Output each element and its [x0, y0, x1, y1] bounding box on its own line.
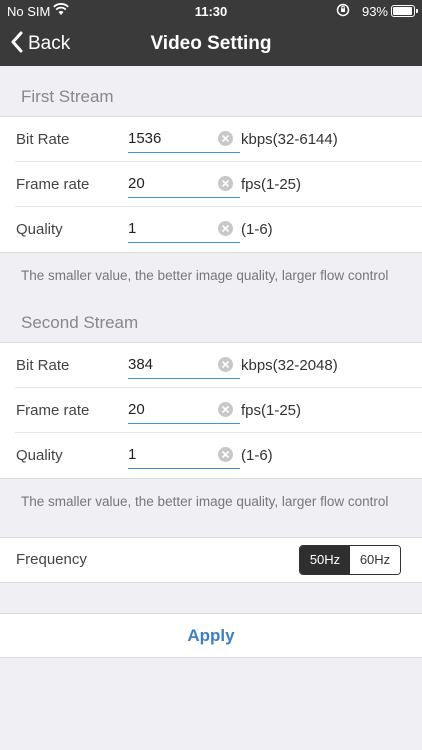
orientation-lock-icon	[336, 3, 350, 20]
frequency-option-50hz[interactable]: 50Hz	[300, 546, 350, 574]
clear-icon[interactable]	[218, 357, 233, 372]
second-stream-header: Second Stream	[21, 313, 139, 332]
second-quality-input[interactable]	[128, 441, 208, 467]
quality-label: Quality	[16, 221, 63, 238]
quality-unit: (1-6)	[241, 221, 273, 238]
first-bit-rate-field	[128, 125, 240, 153]
bit-rate-unit: kbps(32-2048)	[241, 357, 338, 374]
first-quality-row: Quality (1-6)	[15, 207, 422, 252]
bit-rate-unit: kbps(32-6144)	[241, 131, 338, 148]
frame-rate-unit: fps(1-25)	[241, 402, 302, 419]
frequency-row: Frequency 50Hz 60Hz	[0, 537, 422, 583]
quality-unit: (1-6)	[241, 447, 273, 464]
first-quality-field	[128, 215, 240, 243]
first-frame-rate-input[interactable]	[128, 170, 208, 196]
first-frame-rate-row: Frame rate fps(1-25)	[15, 162, 422, 207]
frame-rate-label: Frame rate	[16, 402, 90, 419]
clear-icon[interactable]	[218, 176, 233, 191]
second-frame-rate-input[interactable]	[128, 396, 208, 422]
frequency-label: Frequency	[16, 551, 87, 568]
clock: 11:30	[194, 4, 228, 19]
second-bit-rate-field	[128, 351, 240, 379]
second-stream-note: The smaller value, the better image qual…	[21, 494, 389, 509]
frequency-option-60hz[interactable]: 60Hz	[350, 546, 400, 574]
apply-button[interactable]: Apply	[0, 613, 422, 658]
first-bit-rate-input[interactable]	[128, 125, 208, 151]
battery-icon	[391, 5, 418, 17]
page-title: Video Setting	[150, 33, 272, 54]
clear-icon[interactable]	[218, 402, 233, 417]
first-stream-group: Bit Rate kbps(32-6144) Frame rate fps(1-…	[0, 116, 422, 253]
first-frame-rate-field	[128, 170, 240, 198]
clear-icon[interactable]	[218, 447, 233, 462]
first-stream-note: The smaller value, the better image qual…	[21, 268, 389, 283]
bit-rate-label: Bit Rate	[16, 131, 70, 148]
navigation-bar: Back Video Setting	[0, 22, 422, 66]
second-quality-field	[128, 441, 240, 469]
first-stream-header: First Stream	[21, 87, 114, 106]
frame-rate-unit: fps(1-25)	[241, 176, 302, 193]
quality-label: Quality	[16, 447, 63, 464]
battery-percent: 93%	[361, 4, 388, 19]
second-bit-rate-row: Bit Rate kbps(32-2048)	[15, 343, 422, 388]
first-quality-input[interactable]	[128, 215, 208, 241]
second-stream-group: Bit Rate kbps(32-2048) Frame rate fps(1-…	[0, 342, 422, 479]
frame-rate-label: Frame rate	[16, 176, 90, 193]
frequency-segmented-control: 50Hz 60Hz	[299, 545, 401, 575]
second-frame-rate-field	[128, 396, 240, 424]
second-frame-rate-row: Frame rate fps(1-25)	[15, 388, 422, 433]
second-bit-rate-input[interactable]	[128, 351, 208, 377]
clear-icon[interactable]	[218, 221, 233, 236]
status-bar: No SIM 11:30 93%	[0, 0, 422, 22]
bit-rate-label: Bit Rate	[16, 357, 70, 374]
clear-icon[interactable]	[218, 131, 233, 146]
first-bit-rate-row: Bit Rate kbps(32-6144)	[15, 117, 422, 162]
second-quality-row: Quality (1-6)	[15, 433, 422, 478]
